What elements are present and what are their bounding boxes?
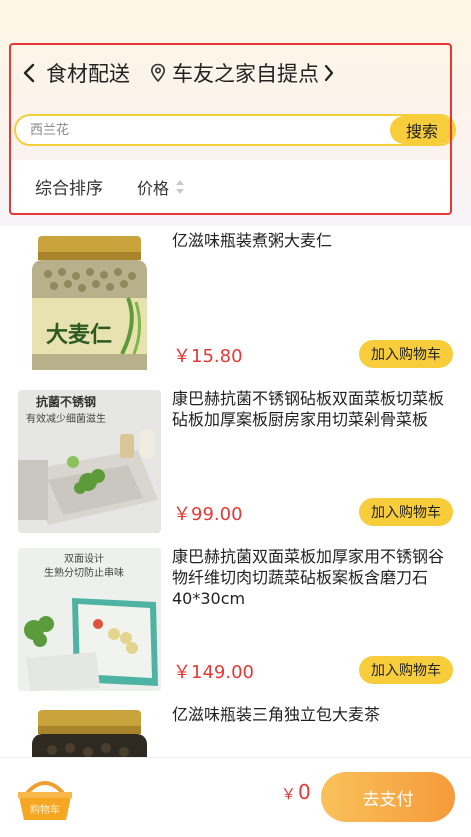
product-image[interactable]: 大麦仁 — [18, 232, 161, 375]
jar-label-text: 大麦仁 — [46, 322, 112, 348]
cart-total: ￥ 0 — [281, 780, 311, 804]
add-to-cart-button[interactable]: 加入购物车 — [359, 656, 453, 684]
checkout-bar: 购物车 ￥ 0 去支付 — [0, 757, 471, 837]
board1-title: 抗菌不锈钢 — [36, 394, 96, 409]
product-name: 康巴赫抗菌双面菜板加厚家用不锈钢谷物纤维切肉切蔬菜砧板案板含磨刀石40*30cm — [172, 547, 445, 608]
board2-sub: 生熟分切防止串味 — [44, 566, 124, 579]
board2-title: 双面设计 — [64, 552, 104, 565]
product-price: ￥99.00 — [173, 504, 243, 525]
product-price: ￥15.80 — [173, 346, 243, 367]
basket-icon[interactable]: 购物车 — [14, 776, 76, 824]
product-image[interactable]: 双面设计 生熟分切防止串味 — [18, 548, 161, 691]
pay-button[interactable]: 去支付 — [321, 772, 455, 822]
product-item[interactable]: 大麦仁 亿滋味瓶装煮粥大麦仁 ￥15.80 加入购物车 — [0, 226, 471, 384]
product-name: 亿滋味瓶装三角独立包大麦茶 — [172, 705, 381, 724]
board1-sub: 有效减少细菌滋生 — [26, 412, 106, 425]
basket-label: 购物车 — [30, 803, 60, 816]
product-item[interactable]: 抗菌不锈钢 有效减少细菌滋生 康巴赫抗菌不锈钢砧板双面菜板切菜板砧板加厚案板厨房… — [0, 384, 471, 542]
highlight-frame — [9, 43, 452, 215]
total-amount: 0 — [298, 780, 311, 804]
product-image[interactable]: 抗菌不锈钢 有效减少细菌滋生 — [18, 390, 161, 533]
add-to-cart-button[interactable]: 加入购物车 — [359, 340, 453, 368]
add-to-cart-button[interactable]: 加入购物车 — [359, 498, 453, 526]
product-list: 大麦仁 亿滋味瓶装煮粥大麦仁 ￥15.80 加入购物车 抗菌不锈钢 有效减少细菌… — [0, 226, 471, 837]
product-item[interactable]: 双面设计 生熟分切防止串味 康巴赫抗菌双面菜板加厚家用不锈钢谷物纤维切肉切蔬菜砧… — [0, 542, 471, 700]
currency-symbol: ￥ — [281, 785, 297, 803]
product-name: 亿滋味瓶装煮粥大麦仁 — [172, 231, 333, 250]
product-price: ￥149.00 — [173, 662, 254, 683]
product-name: 康巴赫抗菌不锈钢砧板双面菜板切菜板砧板加厚案板厨房家用切菜剁骨菜板 — [172, 389, 445, 429]
